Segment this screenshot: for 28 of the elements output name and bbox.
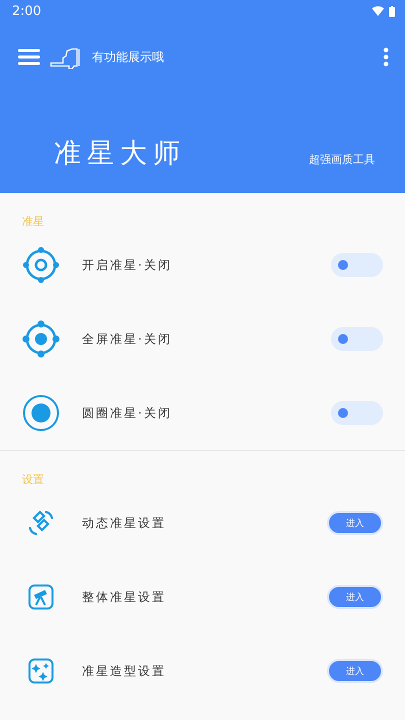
enter-button[interactable]: 进入 [327, 511, 383, 535]
setting-label: 圆圈准星·关闭 [82, 404, 173, 422]
wifi-icon [372, 6, 384, 16]
battery-icon [389, 6, 395, 16]
telescope-icon [28, 584, 54, 610]
setting-label: 准星造型设置 [82, 662, 167, 680]
app-tagline: 超强画质工具 [309, 152, 375, 167]
menu-icon[interactable] [18, 48, 40, 66]
toolbar-subtitle: 有功能展示哦 [92, 48, 165, 66]
section-title: 设置 [21, 473, 45, 487]
crosshair-icon [22, 320, 60, 358]
setting-label: 动态准星设置 [82, 514, 167, 532]
satellite-icon [27, 509, 55, 537]
target-icon [22, 394, 60, 432]
crosshair-icon [22, 246, 60, 284]
toggle-switch[interactable] [331, 253, 383, 277]
setting-label: 开启准星·关闭 [82, 256, 173, 274]
status-time: 2:00 [12, 4, 42, 18]
toggle-switch[interactable] [331, 327, 383, 351]
sparkle-icon [28, 658, 54, 684]
app-title: 准星大师 [54, 137, 186, 171]
more-icon[interactable] [383, 47, 389, 67]
section-title: 准星 [21, 215, 45, 229]
setting-label: 全屏准星·关闭 [82, 330, 173, 348]
enter-button[interactable]: 进入 [327, 585, 383, 609]
setting-label: 整体准星设置 [82, 588, 167, 606]
toggle-switch[interactable] [331, 401, 383, 425]
enter-button[interactable]: 进入 [327, 659, 383, 683]
